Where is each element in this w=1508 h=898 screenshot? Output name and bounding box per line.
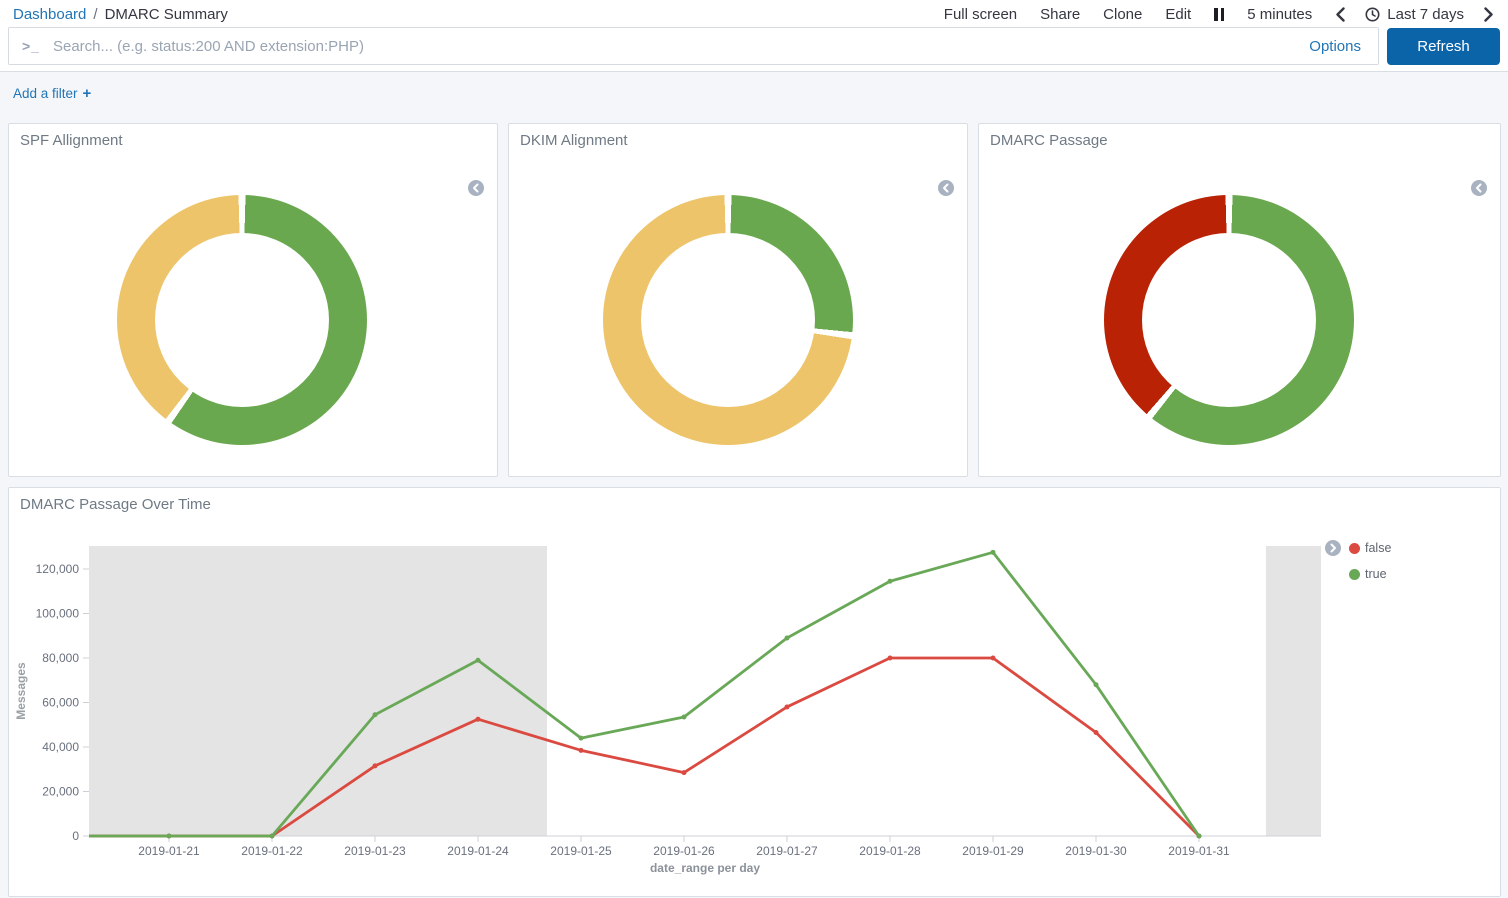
legend-item-true[interactable]: true xyxy=(1349,564,1391,584)
svg-text:2019-01-25: 2019-01-25 xyxy=(550,844,612,858)
svg-text:20,000: 20,000 xyxy=(42,785,79,799)
svg-text:0: 0 xyxy=(72,829,79,843)
chevron-right-circle-icon xyxy=(1325,540,1341,556)
spf-donut-chart[interactable] xyxy=(117,195,367,445)
pause-refresh-icon[interactable] xyxy=(1214,7,1224,21)
refresh-button[interactable]: Refresh xyxy=(1387,28,1500,65)
svg-text:60,000: 60,000 xyxy=(42,696,79,710)
breadcrumb-dashboard-link[interactable]: Dashboard xyxy=(13,6,86,23)
terminal-prompt-icon: >_ xyxy=(22,38,40,54)
legend-collapse-button[interactable] xyxy=(938,180,954,196)
options-link[interactable]: Options xyxy=(1309,38,1361,55)
top-header: Dashboard / DMARC Summary Full screen Sh… xyxy=(0,0,1508,26)
dkim-donut-chart[interactable] xyxy=(603,195,853,445)
time-range-label: Last 7 days xyxy=(1387,6,1464,23)
svg-text:date_range per day: date_range per day xyxy=(650,861,760,875)
chevron-right-icon xyxy=(1484,7,1494,22)
page-title: DMARC Summary xyxy=(105,6,228,23)
dmarc-passage-panel: DMARC Passage xyxy=(978,123,1501,477)
breadcrumb: Dashboard / DMARC Summary xyxy=(13,6,228,23)
dmarc-donut-chart[interactable] xyxy=(1104,195,1354,445)
svg-text:Messages: Messages xyxy=(14,662,28,720)
svg-text:2019-01-29: 2019-01-29 xyxy=(962,844,1024,858)
clone-button[interactable]: Clone xyxy=(1103,6,1142,23)
time-next-button[interactable] xyxy=(1484,7,1494,22)
time-range-picker[interactable]: Last 7 days xyxy=(1365,6,1464,23)
panel-title-dkim: DKIM Alignment xyxy=(520,132,628,149)
search-bar: >_ Options xyxy=(8,27,1379,65)
dmarc-over-time-line-chart: 2019-01-21 2019-01-22 2019-01-23 2019-01-24… xyxy=(9,488,1502,898)
full-screen-button[interactable]: Full screen xyxy=(944,6,1017,23)
svg-text:40,000: 40,000 xyxy=(42,740,79,754)
add-filter-link[interactable]: Add a filter xyxy=(13,86,78,101)
legend-true-dot-icon xyxy=(1349,569,1360,580)
chevron-left-circle-icon xyxy=(1471,180,1487,196)
chevron-left-icon xyxy=(1335,7,1345,22)
search-input[interactable] xyxy=(40,38,1309,55)
svg-text:2019-01-21: 2019-01-21 xyxy=(138,844,200,858)
chevron-left-circle-icon xyxy=(938,180,954,196)
legend-true-label: true xyxy=(1365,567,1387,581)
time-previous-button[interactable] xyxy=(1335,7,1345,22)
plus-icon[interactable]: + xyxy=(83,85,92,102)
dkim-alignment-panel: DKIM Alignment xyxy=(508,123,968,477)
svg-text:2019-01-23: 2019-01-23 xyxy=(344,844,406,858)
legend-collapse-button[interactable] xyxy=(1471,180,1487,196)
dmarc-over-time-panel: DMARC Passage Over Time 2019-01-212019-0… xyxy=(8,487,1501,897)
share-button[interactable]: Share xyxy=(1040,6,1080,23)
svg-text:2019-01-28: 2019-01-28 xyxy=(859,844,921,858)
panel-title-spf: SPF Allignment xyxy=(20,132,123,149)
svg-text:2019-01-26: 2019-01-26 xyxy=(653,844,715,858)
clock-icon xyxy=(1365,7,1380,22)
refresh-interval-button[interactable]: 5 minutes xyxy=(1247,6,1312,23)
legend-collapse-button[interactable] xyxy=(468,180,484,196)
top-nav-menu: Full screen Share Clone Edit 5 minutes L… xyxy=(944,6,1494,23)
svg-text:2019-01-30: 2019-01-30 xyxy=(1065,844,1127,858)
chevron-left-circle-icon xyxy=(468,180,484,196)
filter-bar: Add a filter + xyxy=(13,85,91,102)
legend-false-label: false xyxy=(1365,541,1391,555)
svg-text:2019-01-24: 2019-01-24 xyxy=(447,844,509,858)
breadcrumb-separator: / xyxy=(93,6,97,23)
legend-toggle-button[interactable] xyxy=(1325,540,1341,556)
svg-text:2019-01-31: 2019-01-31 xyxy=(1168,844,1230,858)
svg-text:2019-01-27: 2019-01-27 xyxy=(756,844,818,858)
svg-text:2019-01-22: 2019-01-22 xyxy=(241,844,303,858)
edit-button[interactable]: Edit xyxy=(1165,6,1191,23)
svg-text:100,000: 100,000 xyxy=(36,607,80,621)
chart-legend: false true xyxy=(1349,538,1391,584)
spf-alignment-panel: SPF Allignment xyxy=(8,123,498,477)
svg-text:120,000: 120,000 xyxy=(36,562,80,576)
legend-false-dot-icon xyxy=(1349,543,1360,554)
panel-title-dmarc: DMARC Passage xyxy=(990,132,1108,149)
legend-item-false[interactable]: false xyxy=(1349,538,1391,558)
svg-text:80,000: 80,000 xyxy=(42,651,79,665)
